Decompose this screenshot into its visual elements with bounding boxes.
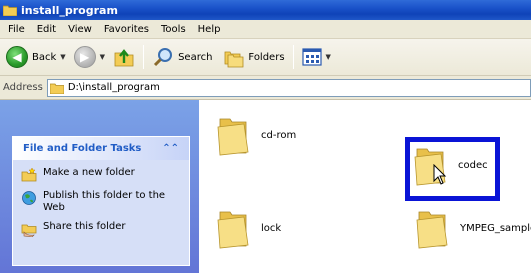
task-label: Share this folder bbox=[43, 221, 126, 232]
menu-file[interactable]: File bbox=[8, 24, 25, 35]
title-bar[interactable]: install_program bbox=[0, 0, 531, 20]
menu-help[interactable]: Help bbox=[198, 24, 221, 35]
folder-icon bbox=[49, 83, 64, 94]
forward-arrow-icon: ▶ bbox=[73, 46, 96, 68]
forward-dropdown-icon[interactable]: ▼ bbox=[100, 53, 105, 61]
task-label: Make a new folder bbox=[43, 167, 135, 178]
forward-button[interactable]: ▶ ▼ bbox=[72, 43, 107, 71]
back-arrow-icon: ◀ bbox=[6, 46, 28, 68]
folder-label: YMPEG_sample bbox=[460, 222, 531, 234]
window-title: install_program bbox=[21, 3, 118, 17]
back-dropdown-icon[interactable]: ▼ bbox=[60, 53, 65, 61]
web-publish-icon bbox=[22, 191, 36, 205]
selection-highlight-box bbox=[405, 137, 500, 201]
folders-icon bbox=[225, 51, 244, 68]
up-folder-button[interactable] bbox=[111, 43, 137, 71]
menu-tools[interactable]: Tools bbox=[161, 24, 186, 35]
views-icon bbox=[301, 48, 322, 66]
views-button[interactable]: ▼ bbox=[300, 43, 333, 71]
address-label: Address bbox=[3, 82, 43, 93]
menu-bar: File Edit View Favorites Tools Help bbox=[0, 20, 531, 39]
toolbar-separator bbox=[292, 45, 294, 69]
folder-icon bbox=[3, 5, 17, 16]
folders-button[interactable]: Folders bbox=[220, 43, 286, 71]
folder-label: lock bbox=[261, 222, 282, 234]
views-dropdown-icon[interactable]: ▼ bbox=[326, 53, 331, 61]
address-value: D:\install_program bbox=[67, 82, 160, 93]
back-button[interactable]: ◀ Back ▼ bbox=[4, 43, 68, 71]
back-label: Back bbox=[32, 51, 57, 63]
task-make-new-folder[interactable]: Make a new folder bbox=[13, 167, 189, 183]
task-publish-folder[interactable]: Publish this folder to the Web bbox=[13, 190, 189, 214]
folders-label: Folders bbox=[248, 51, 285, 63]
menu-view[interactable]: View bbox=[68, 24, 92, 35]
task-pane: File and Folder Tasks ⌃⌃ Make a new fold… bbox=[0, 100, 199, 273]
search-button[interactable]: Search bbox=[150, 43, 214, 71]
search-icon bbox=[154, 48, 173, 67]
folder-label: cd-rom bbox=[261, 129, 297, 141]
folder-item-cd-rom[interactable]: cd-rom bbox=[217, 113, 296, 157]
collapse-chevron-icon[interactable]: ⌃⌃ bbox=[162, 143, 179, 154]
menu-edit[interactable]: Edit bbox=[37, 24, 56, 35]
share-folder-icon bbox=[21, 224, 37, 237]
address-input[interactable]: D:\install_program bbox=[46, 78, 531, 97]
tasks-header[interactable]: File and Folder Tasks ⌃⌃ bbox=[13, 137, 189, 160]
up-folder-icon bbox=[114, 49, 134, 67]
task-label: Publish this folder to the Web bbox=[43, 190, 166, 213]
file-folder-tasks-panel: File and Folder Tasks ⌃⌃ Make a new fold… bbox=[12, 136, 190, 266]
new-folder-icon bbox=[21, 167, 37, 182]
folder-icon bbox=[416, 211, 448, 249]
toolbar: ◀ Back ▼ ▶ ▼ Search Folders ▼ bbox=[0, 39, 531, 76]
menu-favorites[interactable]: Favorites bbox=[104, 24, 149, 35]
toolbar-separator bbox=[143, 45, 145, 69]
task-share-folder[interactable]: Share this folder bbox=[13, 221, 189, 237]
folder-icon bbox=[217, 211, 249, 249]
folder-icon bbox=[217, 118, 249, 156]
address-bar: Address D:\install_program bbox=[0, 76, 531, 100]
folder-item-lock[interactable]: lock bbox=[217, 206, 281, 250]
tasks-header-label: File and Folder Tasks bbox=[23, 143, 142, 154]
mouse-cursor-icon bbox=[433, 164, 447, 185]
folder-item-ympeg-sample[interactable]: YMPEG_sample bbox=[416, 206, 531, 250]
search-label: Search bbox=[178, 51, 213, 63]
